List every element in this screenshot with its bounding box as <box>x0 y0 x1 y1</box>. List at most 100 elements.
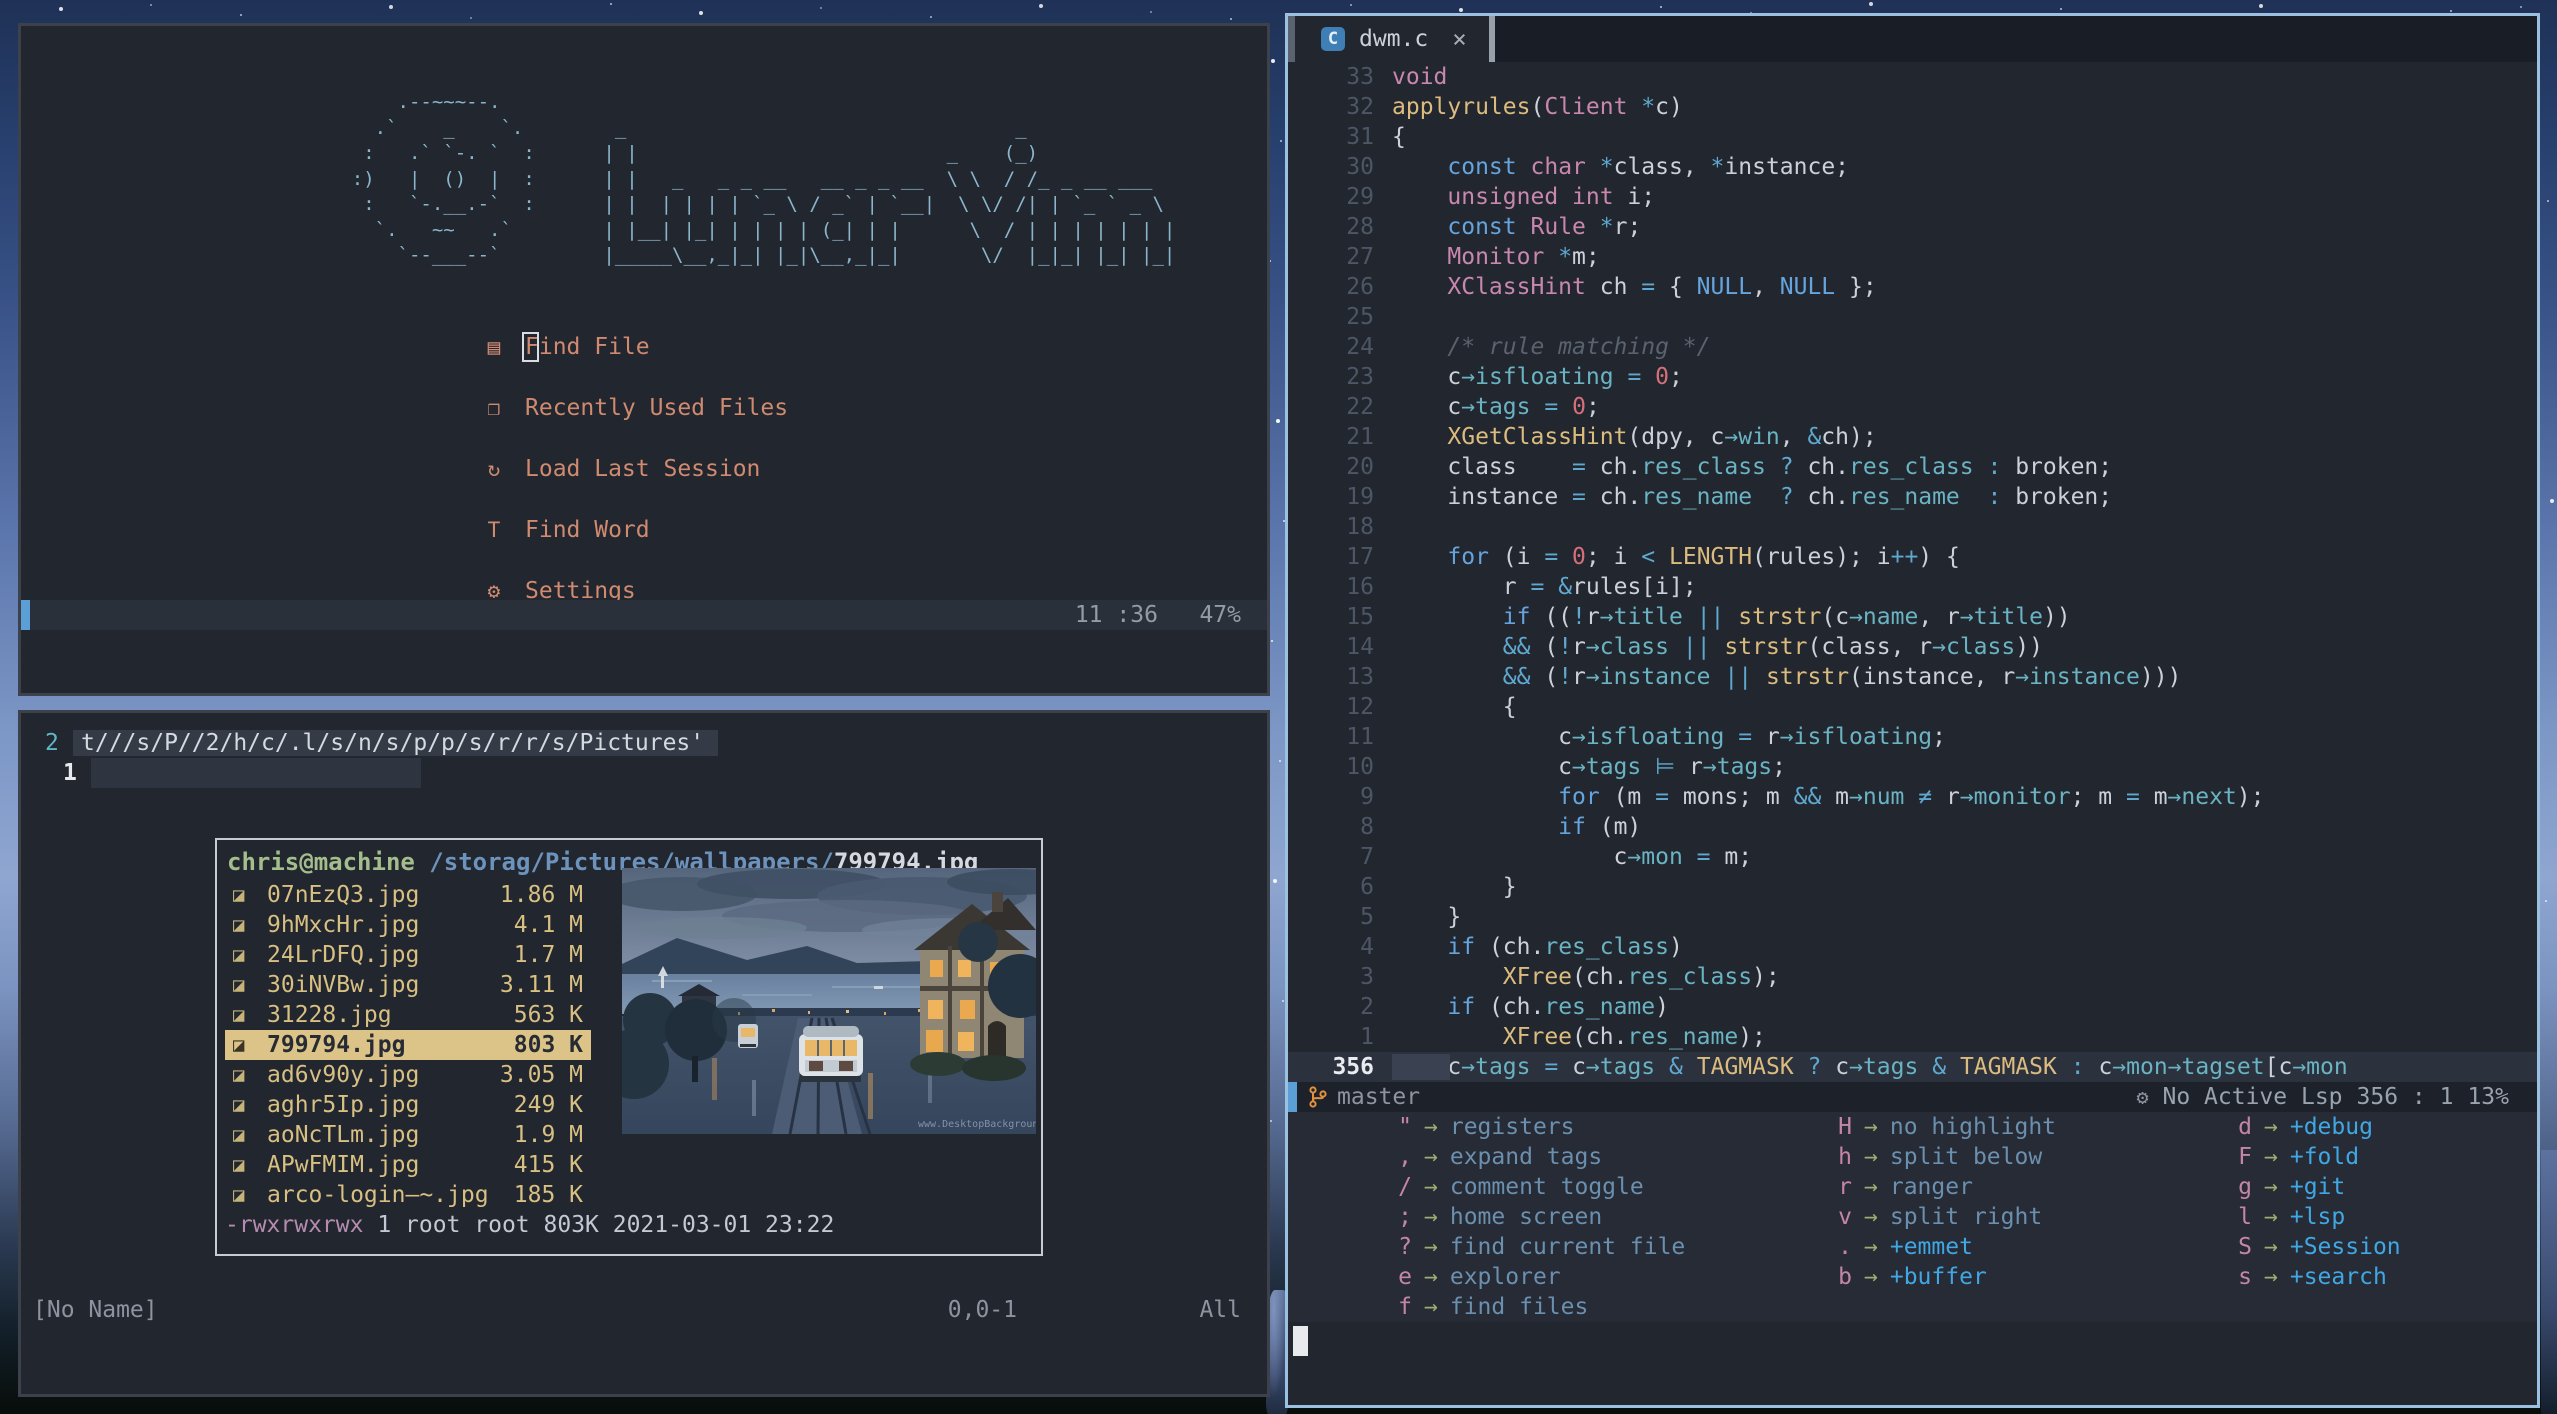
whichkey-label: +git <box>2289 1174 2346 1200</box>
code-line[interactable]: 12 { <box>1288 692 2537 722</box>
whichkey-key: / <box>1398 1174 1412 1200</box>
file-row[interactable]: ◪ aghr5Ip.jpg 249 K <box>225 1090 591 1120</box>
whichkey-label: +emmet <box>1889 1234 1973 1260</box>
file-row[interactable]: ◪ APwFMIM.jpg 415 K <box>225 1150 591 1180</box>
whichkey-arrow-icon: → <box>1864 1114 1878 1140</box>
line-number: 24 <box>1346 334 1374 360</box>
code-line[interactable]: 16 r = &rules[i]; <box>1288 572 2537 602</box>
code-line[interactable]: 10 c→tags ⊨ r→tags; <box>1288 752 2537 782</box>
code-line[interactable]: 4 if (ch.res_class) <box>1288 932 2537 962</box>
buffer-line-text: t///s/P//2/h/c/.l/s/n/s/p/p/s/r/r/s/Pict… <box>73 728 719 758</box>
code-text: for (i = 0; i < LENGTH(rules); i++) { <box>1447 544 1960 570</box>
code-line[interactable]: 28 const Rule *r; <box>1288 212 2537 242</box>
code-text: { <box>1392 124 1406 150</box>
code-area[interactable]: 33 void 32 applyrules(Client *c) 31 {30 const… <box>1288 62 2537 1082</box>
code-line[interactable]: 7 c→mon = m; <box>1288 842 2537 872</box>
whichkey-arrow-icon: → <box>1424 1264 1438 1290</box>
file-row[interactable]: ◪ 07nEzQ3.jpg 1.86 M <box>225 880 591 910</box>
code-text: c→tags ⊨ r→tags; <box>1392 754 1786 780</box>
file-row[interactable]: ◪ 9hMxcHr.jpg 4.1 M <box>225 910 591 940</box>
code-line[interactable]: 6 } <box>1288 872 2537 902</box>
tab-separator <box>1488 16 1495 62</box>
menu-item-find-word[interactable]: T Find Word <box>480 515 788 545</box>
code-line[interactable]: 356 c→tags = c→tags & TAGMASK ? c→tags &… <box>1288 1052 2537 1082</box>
menu-item-load-last-session[interactable]: ↻ Load Last Session <box>480 454 788 484</box>
code-line[interactable]: 2 if (ch.res_name) <box>1288 992 2537 1022</box>
line-number: 13 <box>1346 664 1374 690</box>
code-line[interactable]: 11 c→isfloating = r→isfloating; <box>1288 722 2537 752</box>
line-number: 29 <box>1346 184 1374 210</box>
menu-item-recently-used-files[interactable]: ❐ Recently Used Files <box>480 393 788 423</box>
file-name: aoNcTLm.jpg <box>267 1122 420 1148</box>
whichkey-key: e <box>1398 1264 1412 1290</box>
code-text: if (ch.res_name) <box>1447 994 1669 1020</box>
code-line[interactable]: 19 instance = ch.res_name ? ch.res_name … <box>1288 482 2537 512</box>
window-editor-dwm[interactable]: C dwm.c × 33 void 32 applyrules(Client *c) 3… <box>1285 13 2540 1408</box>
buffer-line: 1 <box>63 758 77 788</box>
line-number: 26 <box>1346 274 1374 300</box>
code-line[interactable]: 1 XFree(ch.res_name); <box>1288 1022 2537 1052</box>
whichkey-key: , <box>1398 1144 1412 1170</box>
code-line[interactable]: 18 <box>1288 512 2537 542</box>
line-number: 31 <box>1346 124 1374 150</box>
whichkey-column: " → registers, → expand tags / → comment toggle… <box>1368 1112 1685 1322</box>
code-line[interactable]: 17 for (i = 0; i < LENGTH(rules); i++) { <box>1288 542 2537 572</box>
preview-watermark: www.DesktopBackground.org <box>918 1119 1036 1130</box>
code-line[interactable]: 27 Monitor *m; <box>1288 242 2537 272</box>
code-line[interactable]: 23 c→isfloating = 0; <box>1288 362 2537 392</box>
ranger-preview-popup[interactable]: chris@machine /storag/Pictures/wallpaper… <box>215 838 1043 1256</box>
line-number: 18 <box>1346 514 1374 540</box>
code-text: class = ch.res_class ? ch.res_class : br… <box>1392 454 2113 480</box>
whichkey-binding: l → +lsp <box>2208 1202 2401 1232</box>
code-line[interactable]: 30 const char *class, *instance; <box>1288 152 2537 182</box>
code-line[interactable]: 8 if (m) <box>1288 812 2537 842</box>
image-file-icon: ◪ <box>233 974 245 996</box>
whichkey-key: l <box>2238 1204 2252 1230</box>
code-line[interactable]: 22 c→tags = 0; <box>1288 392 2537 422</box>
file-row[interactable]: ◪ aoNcTLm.jpg 1.9 M <box>225 1120 591 1150</box>
line-number: 2 <box>1360 994 1374 1020</box>
file-row[interactable]: ◪ arco-login—~.jpg 185 K <box>225 1180 591 1210</box>
whichkey-label: explorer <box>1449 1264 1561 1290</box>
code-line[interactable]: 13 && (!r→instance || strstr(instance, r… <box>1288 662 2537 692</box>
whichkey-label: +buffer <box>1889 1264 1987 1290</box>
code-line[interactable]: 33 void <box>1288 62 2537 92</box>
file-row[interactable]: ◪ 30iNVBw.jpg 3.11 M <box>225 970 591 1000</box>
menu-item-label: Load Last Session <box>525 456 761 482</box>
code-text: const char *class, *instance; <box>1447 154 1850 180</box>
code-line[interactable]: 20 class = ch.res_class ? ch.res_class :… <box>1288 452 2537 482</box>
whichkey-label: split below <box>1889 1144 2043 1170</box>
whichkey-column: H → no highlight h → split below r → ranger v → spl… <box>1808 1112 2056 1292</box>
code-line[interactable]: 31 { <box>1288 122 2537 152</box>
code-line[interactable]: 3 XFree(ch.res_class); <box>1288 962 2537 992</box>
whichkey-arrow-icon: → <box>1424 1174 1438 1200</box>
file-row[interactable]: ◪ 24LrDFQ.jpg 1.7 M <box>225 940 591 970</box>
code-line[interactable]: 5 } <box>1288 902 2537 932</box>
code-line[interactable]: 14 && (!r→class || strstr(class, r→class… <box>1288 632 2537 662</box>
file-row[interactable]: ◪ 799794.jpg 803 K <box>225 1030 591 1060</box>
cable-car <box>799 1026 863 1082</box>
lsp-status: No Active Lsp <box>2162 1084 2343 1110</box>
file-row[interactable]: ◪ ad6v90y.jpg 3.05 M <box>225 1060 591 1090</box>
whichkey-key: F <box>2238 1144 2252 1170</box>
code-line[interactable]: 32 applyrules(Client *c) <box>1288 92 2537 122</box>
whichkey-binding: " → registers <box>1368 1112 1685 1142</box>
whichkey-arrow-icon: → <box>1864 1234 1878 1260</box>
code-line[interactable]: 9 for (m = mons; m && m→num ≠ r→monitor;… <box>1288 782 2537 812</box>
code-line[interactable]: 26 XClassHint ch = { NULL, NULL }; <box>1288 272 2537 302</box>
code-line[interactable]: 15 if ((!r→title || strstr(c→name, r→tit… <box>1288 602 2537 632</box>
whichkey-arrow-icon: → <box>1424 1204 1438 1230</box>
whichkey-arrow-icon: → <box>1864 1204 1878 1230</box>
whichkey-key: d <box>2238 1114 2252 1140</box>
code-line[interactable]: 24 /* rule matching */ <box>1288 332 2537 362</box>
window-lunarvim-dashboard[interactable]: .--~~~--. .` _ `. _ _ : .` `-. ` : | | _… <box>18 23 1270 696</box>
code-line[interactable]: 21 XGetClassHint(dpy, c→win, &ch); <box>1288 422 2537 452</box>
window-scratch-buffer[interactable]: 2 t///s/P//2/h/c/.l/s/n/s/p/p/s/r/r/s/Pi… <box>18 710 1270 1397</box>
code-line[interactable]: 25 <box>1288 302 2537 332</box>
file-row[interactable]: ◪ 31228.jpg 563 K <box>225 1000 591 1030</box>
code-line[interactable]: 29 unsigned int i; <box>1288 182 2537 212</box>
tab-close-icon[interactable]: × <box>1452 25 1466 53</box>
file-size: 4.1 M <box>513 912 583 938</box>
line-number: 5 <box>1360 904 1374 930</box>
tab-dwm-c[interactable]: C dwm.c × <box>1295 16 1489 62</box>
